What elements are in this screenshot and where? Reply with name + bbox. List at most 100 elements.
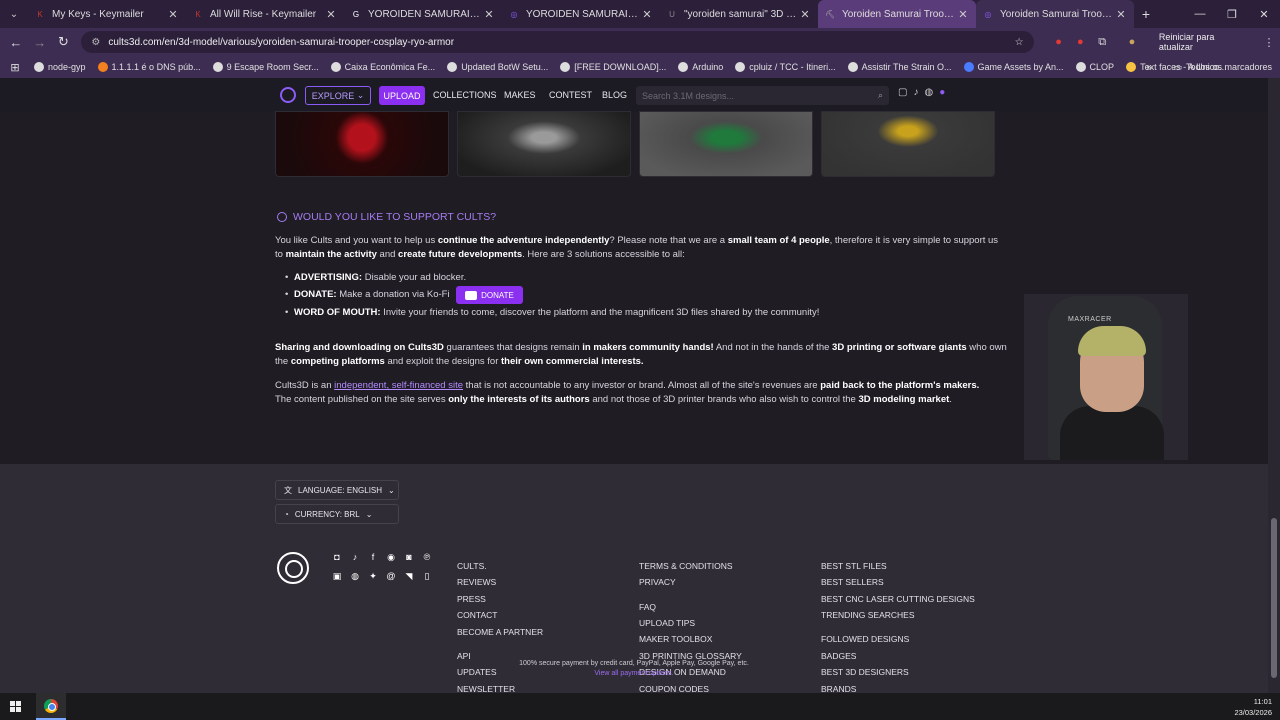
thumbnail-card[interactable] — [457, 111, 631, 177]
nav-collections[interactable]: COLLECTIONS — [433, 90, 497, 100]
tab-close-icon[interactable]: ✕ — [482, 8, 496, 21]
bookmark-item[interactable]: Updated BotW Setu... — [447, 62, 548, 72]
bookmark-item[interactable]: CLOP — [1075, 62, 1114, 72]
page-scrollbar[interactable] — [1268, 78, 1280, 693]
cults-footer-logo-icon[interactable] — [277, 552, 309, 584]
bookmark-item[interactable]: 1.1.1.1 é o DNS púb... — [97, 62, 201, 72]
bookmark-item[interactable]: [FREE DOWNLOAD]... — [560, 62, 666, 72]
globe-icon[interactable]: ◍ — [924, 87, 933, 98]
footer-link[interactable]: BEST CNC LASER CUTTING DESIGNS — [821, 594, 975, 604]
language-selector[interactable]: 文 LANGUAGE: ENGLISH ⌄ — [275, 480, 399, 500]
profile-avatar-icon[interactable]: ● — [1121, 36, 1143, 48]
browser-tab[interactable]: ⛏ Yoroiden Samurai Trooper ✕ — [818, 0, 976, 28]
tab-close-icon[interactable]: ✕ — [798, 8, 812, 21]
apps-grid-icon[interactable]: ⊞ — [4, 61, 26, 74]
footer-link[interactable]: REVIEWS — [457, 577, 496, 587]
tab-close-icon[interactable]: ✕ — [166, 8, 180, 21]
donate-button[interactable]: DONATE — [456, 286, 523, 304]
footer-link[interactable]: BRANDS — [821, 684, 856, 693]
forward-icon[interactable]: → — [28, 35, 52, 50]
threads-icon[interactable]: @ — [385, 570, 397, 582]
omnibox[interactable]: ⚙ cults3d.com/en/3d-model/various/yoroid… — [81, 31, 1034, 53]
tab-close-icon[interactable]: ✕ — [956, 8, 970, 21]
thumbnail-card[interactable] — [821, 111, 995, 177]
footer-link[interactable]: FOLLOWED DESIGNS — [821, 634, 909, 644]
back-icon[interactable]: ← — [4, 35, 28, 50]
new-tab-button[interactable]: + — [1134, 6, 1158, 22]
thumbnail-card[interactable] — [639, 111, 813, 177]
currency-selector[interactable]: ◔ CURRENCY: BRL ⌄ — [275, 504, 399, 524]
footer-link[interactable]: NEWSLETTER — [457, 684, 515, 693]
payment-options-link[interactable]: View all payment options. — [0, 670, 1268, 677]
footer-link[interactable]: BEST SELLERS — [821, 577, 884, 587]
browser-tab[interactable]: ◎ Yoroiden Samurai Trooper ✕ — [976, 0, 1134, 28]
chrome-menu-icon[interactable]: ⋮ — [1258, 36, 1280, 49]
independent-site-link[interactable]: independent, self-financed site — [334, 380, 463, 391]
browser-tab[interactable]: K My Keys - Keymailer ✕ — [28, 0, 186, 28]
bookmarks-overflow-icon[interactable]: » — [1146, 62, 1151, 72]
update-button[interactable]: Reiniciar para atualizar — [1151, 29, 1258, 55]
all-bookmarks-link[interactable]: Todos os marcadores — [1186, 62, 1272, 72]
reload-icon[interactable]: ↻ — [52, 34, 76, 50]
footer-link[interactable]: FAQ — [639, 602, 656, 612]
browser-tab[interactable]: U "yoroiden samurai" 3D Models✕ — [660, 0, 818, 28]
tab-close-icon[interactable]: ✕ — [1114, 8, 1128, 21]
restore-icon[interactable]: ❐ — [1216, 0, 1248, 28]
thumbnail-card[interactable] — [275, 111, 449, 177]
footer-link[interactable]: TERMS & CONDITIONS — [639, 561, 733, 571]
footer-link[interactable]: CONTACT — [457, 610, 497, 620]
bookmark-item[interactable]: Arduino — [678, 62, 723, 72]
nav-contest[interactable]: CONTEST — [549, 90, 592, 100]
bookmark-star-icon[interactable]: ☆ — [1015, 37, 1024, 48]
rss-icon[interactable]: ◥ — [403, 570, 415, 582]
minimize-icon[interactable]: — — [1184, 0, 1216, 28]
discord-icon[interactable]: ◙ — [403, 551, 415, 563]
browser-tab[interactable]: G YOROIDEN SAMURAI TROOPER✕ — [344, 0, 502, 28]
footer-link[interactable]: TRENDING SEARCHES — [821, 610, 915, 620]
explore-button[interactable]: EXPLORE ⌄ — [305, 86, 371, 105]
footer-link[interactable]: COUPON CODES — [639, 684, 709, 693]
mobile-app-icon[interactable]: ▯ — [421, 570, 433, 582]
cults-logo-icon[interactable] — [280, 87, 296, 103]
browser-tab[interactable]: ◎ YOROIDEN SAMURAI TROO✕ — [502, 0, 660, 28]
upload-button[interactable]: UPLOAD — [379, 86, 425, 105]
extensions-puzzle-icon[interactable]: ⧉ — [1091, 36, 1113, 49]
browser-tab[interactable]: K All Will Rise - Keymailer ✕ — [186, 0, 344, 28]
footer-link[interactable]: BEST STL FILES — [821, 561, 887, 571]
url-text[interactable]: cults3d.com/en/3d-model/various/yoroiden… — [108, 37, 1014, 48]
mastodon-icon[interactable]: ◍ — [349, 570, 361, 582]
bookmark-item[interactable]: Caixa Econômica Fe... — [330, 62, 435, 72]
tab-close-icon[interactable]: ✕ — [640, 8, 654, 21]
bookmark-item[interactable]: node-gyp — [34, 62, 86, 72]
pinterest-icon[interactable]: ℗ — [421, 551, 433, 563]
footer-link[interactable]: MAKER TOOLBOX — [639, 634, 712, 644]
search-input[interactable]: Search 3.1M designs... ⌕ — [636, 86, 889, 105]
tiktok-icon[interactable]: ♪ — [349, 551, 361, 563]
extension-drop-icon[interactable]: ● — [1069, 36, 1091, 48]
windows-start-icon[interactable] — [10, 701, 21, 712]
linkedin-icon[interactable]: ▣ — [331, 570, 343, 582]
system-clock[interactable]: 11:01 23/03/2026 — [1234, 696, 1272, 718]
footer-link[interactable]: BECOME A PARTNER — [457, 627, 543, 637]
bookmark-item[interactable]: Game Assets by An... — [963, 62, 1064, 72]
search-icon[interactable]: ⌕ — [878, 90, 883, 101]
reddit-icon[interactable]: ◉ — [385, 551, 397, 563]
cart-icon[interactable]: ▢ — [898, 87, 907, 98]
bookmark-item[interactable]: Assistir The Strain O... — [847, 62, 952, 72]
site-info-icon[interactable]: ⚙ — [91, 37, 100, 48]
bookmark-item[interactable]: cpluiz / TCC - Itineri... — [735, 62, 836, 72]
user-avatar-icon[interactable]: ● — [939, 87, 945, 98]
facebook-icon[interactable]: f — [367, 551, 379, 563]
footer-link[interactable]: CULTS. — [457, 561, 487, 571]
close-window-icon[interactable]: ✕ — [1248, 0, 1280, 28]
bookmark-item[interactable]: 9 Escape Room Secr... — [212, 62, 319, 72]
nav-makes[interactable]: MAKES — [504, 90, 536, 100]
instagram-icon[interactable]: ◘ — [331, 551, 343, 563]
chrome-taskbar-icon[interactable] — [36, 693, 66, 720]
nav-blog[interactable]: BLOG — [602, 90, 627, 100]
bluesky-icon[interactable]: ✦ — [367, 570, 379, 582]
bell-icon[interactable]: ♪ — [913, 87, 918, 98]
tab-close-icon[interactable]: ✕ — [324, 8, 338, 21]
tab-search-icon[interactable]: ⌄ — [0, 0, 28, 28]
footer-link[interactable]: UPLOAD TIPS — [639, 618, 695, 628]
